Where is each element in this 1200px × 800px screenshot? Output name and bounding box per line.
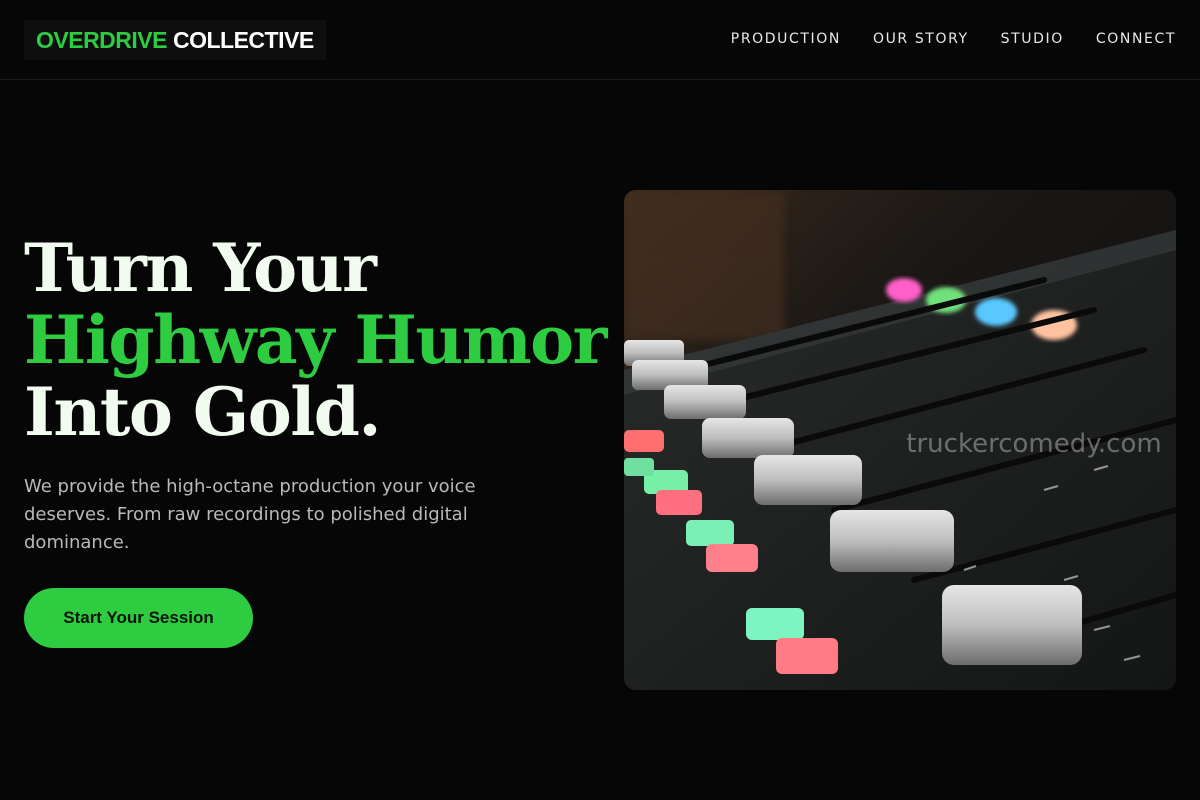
site-header: OVERDRIVE COLLECTIVE PRODUCTION OUR STOR… [0, 0, 1200, 80]
mixing-console-illustration: truckercomedy.com [624, 190, 1176, 690]
hero-image: truckercomedy.com [624, 190, 1176, 690]
brand-logo[interactable]: OVERDRIVE COLLECTIVE [24, 20, 326, 60]
nav-item-connect[interactable]: CONNECT [1096, 31, 1176, 47]
hero-title-line3: Into Gold. [24, 373, 381, 451]
brand-name-secondary: COLLECTIVE [172, 26, 314, 53]
hero-title-line1: Turn Your [24, 229, 377, 307]
hero-subtitle: We provide the high-octane production yo… [24, 476, 476, 553]
main-nav: PRODUCTION OUR STORY STUDIO CONNECT [731, 0, 1176, 78]
image-watermark: truckercomedy.com [906, 429, 1161, 459]
nav-item-production[interactable]: PRODUCTION [731, 31, 841, 47]
nav-item-our-story[interactable]: OUR STORY [873, 31, 969, 47]
hero-title-line2: Highway Humor [24, 301, 607, 379]
nav-item-studio[interactable]: STUDIO [1001, 31, 1064, 47]
start-session-button[interactable]: Start Your Session [24, 588, 253, 648]
hero-title: Turn Your Highway Humor Into Gold. [24, 229, 607, 451]
brand-name-primary: OVERDRIVE [36, 26, 167, 53]
